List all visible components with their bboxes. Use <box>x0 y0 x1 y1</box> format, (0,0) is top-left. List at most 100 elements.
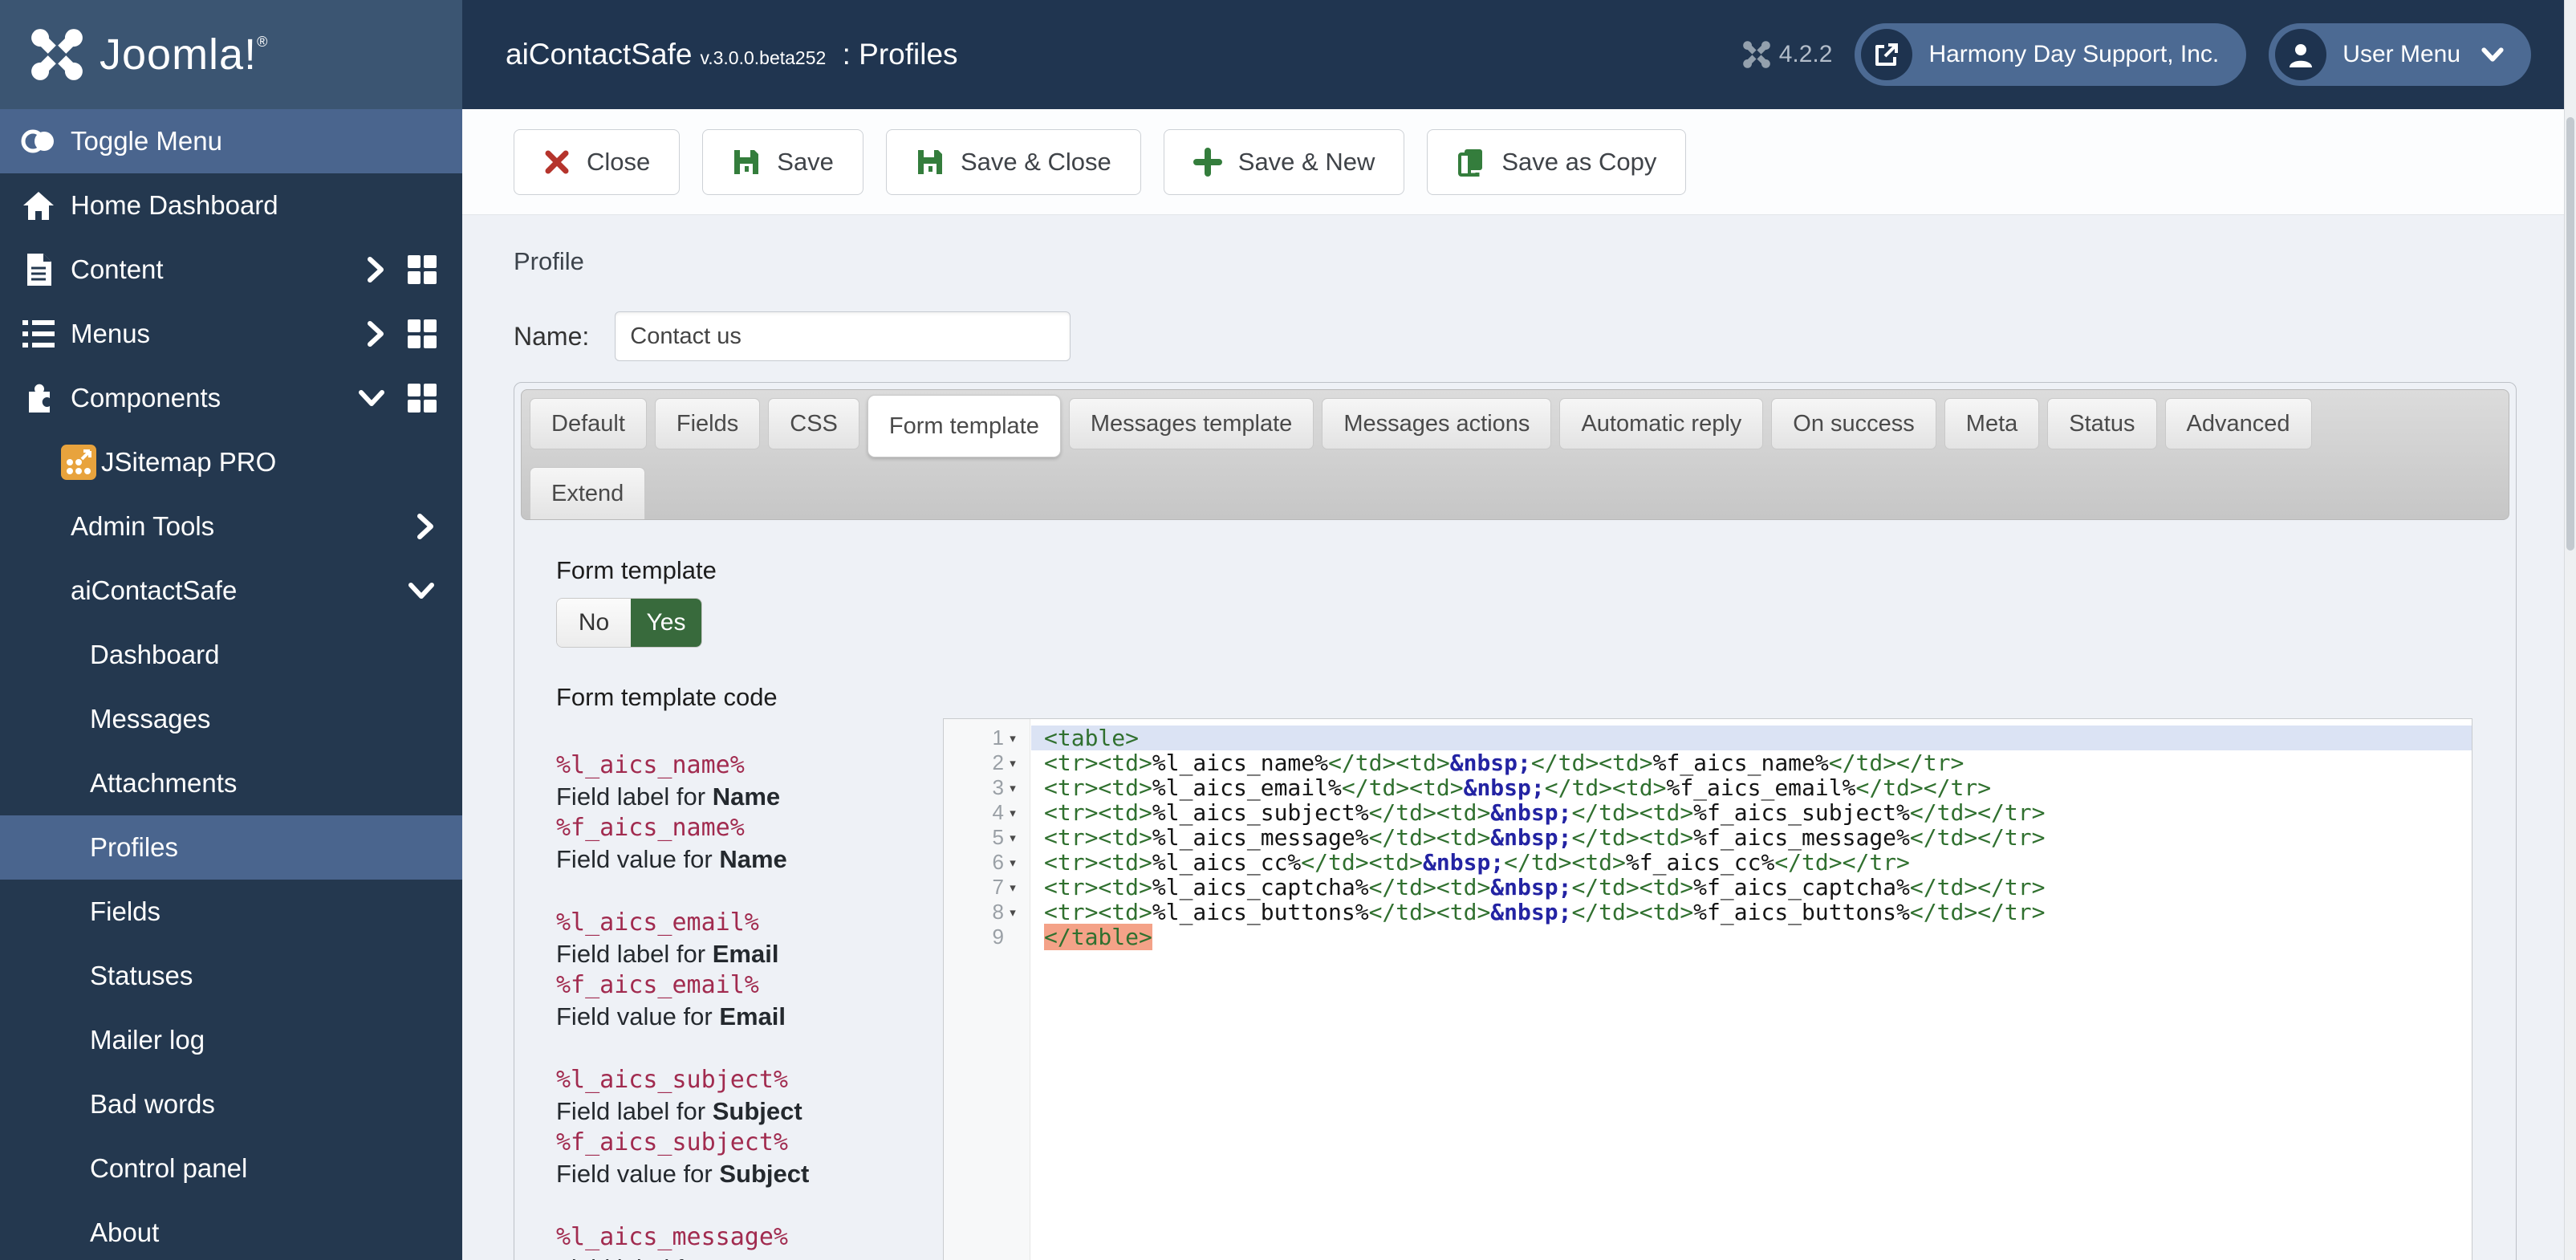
code-line-3[interactable]: <tr><td>%l_aics_email%</td><td>&nbsp;</t… <box>1031 775 2472 800</box>
chevron-right-icon[interactable] <box>366 256 385 283</box>
code-segment: %f_aics_name% <box>1652 750 1829 776</box>
code-segment: %l_aics_message% <box>1152 824 1369 851</box>
line-number[interactable]: 5 ▾ <box>944 825 1030 850</box>
toggle-yes-button[interactable]: Yes <box>631 599 701 647</box>
save-as-copy-button[interactable]: Save as Copy <box>1427 128 1687 195</box>
user-menu-button[interactable]: User Menu <box>2269 23 2531 86</box>
token-code: %l_aics_name% <box>556 751 745 779</box>
sidebar-item-label: Bad words <box>90 1089 215 1119</box>
page-scrollbar[interactable] <box>2564 0 2576 1260</box>
sidebar-toggle-menu[interactable]: Toggle Menu <box>0 109 462 173</box>
sidebar-item-menus[interactable]: Menus <box>0 302 462 366</box>
chevron-down-icon[interactable] <box>408 581 435 600</box>
code-segment: %l_aics_name% <box>1152 750 1329 776</box>
code-line-4[interactable]: <tr><td>%l_aics_subject%</td><td>&nbsp;<… <box>1031 800 2472 825</box>
tab-default[interactable]: Default <box>530 398 647 449</box>
sidebar-item-components[interactable]: Components <box>0 366 462 430</box>
sidebar-item-fields[interactable]: Fields <box>0 880 462 944</box>
code-editor[interactable]: 1 ▾ 2 ▾ 3 ▾ 4 ▾ 5 ▾ 6 ▾ 7 ▾ 8 ▾ 9 <table> <tr><td>%l_aics… <box>943 718 2472 1260</box>
token-legend-entry: %l_aics_name% Field label for Name <box>556 750 933 812</box>
sidebar-item-jsitemap-pro[interactable]: JSitemap PRO <box>0 430 462 494</box>
save-new-button[interactable]: Save & New <box>1163 128 1405 195</box>
line-number[interactable]: 3 ▾ <box>944 775 1030 800</box>
form-template-pane: Form template No Yes Form template code … <box>521 520 2509 1260</box>
tab-meta[interactable]: Meta <box>1944 398 2040 449</box>
tab-advanced[interactable]: Advanced <box>2164 398 2312 449</box>
name-label: Name: <box>514 321 590 351</box>
code-segment: %l_aics_buttons% <box>1152 899 1369 925</box>
sidebar-item-attachments[interactable]: Attachments <box>0 751 462 815</box>
tab-messages-actions[interactable]: Messages actions <box>1322 398 1552 449</box>
code-line-7[interactable]: <tr><td>%l_aics_captcha%</td><td>&nbsp;<… <box>1031 875 2472 900</box>
code-line-6[interactable]: <tr><td>%l_aics_cc%</td><td>&nbsp;</td><… <box>1031 850 2472 875</box>
code-segment: <tr><td> <box>1044 774 1152 801</box>
sidebar-item-home-dashboard[interactable]: Home Dashboard <box>0 173 462 238</box>
tab-messages-template[interactable]: Messages template <box>1068 398 1314 449</box>
grid-icon[interactable] <box>408 319 437 348</box>
token-code: %f_aics_email% <box>556 971 759 999</box>
sidebar-item-control-panel[interactable]: Control panel <box>0 1136 462 1201</box>
save-icon <box>916 148 945 177</box>
chevron-right-icon[interactable] <box>416 513 435 540</box>
chevron-down-icon[interactable] <box>358 388 385 408</box>
code-line-9[interactable]: </table> <box>1031 924 2472 950</box>
tab-on-success[interactable]: On success <box>1771 398 1936 449</box>
token-legend-entry: %l_aics_subject% Field label for Subject <box>556 1064 933 1127</box>
scrollbar-thumb[interactable] <box>2566 117 2574 551</box>
code-segment: </td><td> <box>1530 750 1653 776</box>
tab-extend[interactable]: Extend <box>530 467 646 519</box>
line-number[interactable]: 4 ▾ <box>944 800 1030 825</box>
user-avatar-icon <box>2275 29 2327 80</box>
grid-icon[interactable] <box>408 384 437 413</box>
save-button[interactable]: Save <box>702 128 863 195</box>
code-segment: </td></tr> <box>1909 799 2046 826</box>
save-icon <box>732 148 761 177</box>
tab-status[interactable]: Status <box>2047 398 2157 449</box>
tab-automatic-reply[interactable]: Automatic reply <box>1559 398 1764 449</box>
sidebar-item-admin-tools[interactable]: Admin Tools <box>0 494 462 559</box>
tab-css[interactable]: CSS <box>768 398 859 449</box>
button-label: Save & Close <box>960 147 1111 176</box>
editor-code[interactable]: <table> <tr><td>%l_aics_name%</td><td>&nb… <box>1031 719 2472 950</box>
copy-icon <box>1457 148 1485 177</box>
tab-fields[interactable]: Fields <box>654 398 761 449</box>
sidebar-item-messages[interactable]: Messages <box>0 687 462 751</box>
code-line-8[interactable]: <tr><td>%l_aics_buttons%</td><td>&nbsp;<… <box>1031 900 2472 925</box>
sidebar-item-mailer-log[interactable]: Mailer log <box>0 1008 462 1072</box>
grid-icon[interactable] <box>408 255 437 284</box>
sidebar-item-bad-words[interactable]: Bad words <box>0 1072 462 1136</box>
line-number[interactable]: 6 ▾ <box>944 850 1030 875</box>
sidebar-item-profiles[interactable]: Profiles <box>0 815 462 880</box>
sidebar-item-aicontactsafe[interactable]: aiContactSafe <box>0 559 462 623</box>
line-number[interactable]: 8 ▾ <box>944 900 1030 925</box>
line-number[interactable]: 9 <box>944 925 1030 949</box>
toolbar: Close Save Save & Close Save & New Save as C… <box>462 109 2576 215</box>
line-number[interactable]: 2 ▾ <box>944 750 1030 775</box>
sidebar-item-content[interactable]: Content <box>0 238 462 302</box>
topbar-right: 4.2.2 Harmony Day Support, Inc. User Men… <box>1742 23 2576 86</box>
close-button[interactable]: Close <box>514 128 681 195</box>
chevron-right-icon[interactable] <box>366 320 385 348</box>
save-close-button[interactable]: Save & Close <box>885 128 1141 195</box>
sidebar-item-label: About <box>90 1217 160 1247</box>
code-line-5[interactable]: <tr><td>%l_aics_message%</td><td>&nbsp;<… <box>1031 825 2472 850</box>
sidebar-item-dashboard[interactable]: Dashboard <box>0 623 462 687</box>
joomla-mark-icon <box>1742 40 1771 69</box>
code-line-1[interactable]: <table> <box>1031 726 2472 750</box>
toggle-menu-icon <box>21 124 56 159</box>
sidebar-item-statuses[interactable]: Statuses <box>0 944 462 1008</box>
sidebar-item-label: Dashboard <box>90 640 220 669</box>
code-segment: %f_aics_email% <box>1666 774 1856 801</box>
tab-form-template[interactable]: Form template <box>867 395 1061 457</box>
sidebar-item-label: Fields <box>90 896 161 926</box>
name-input[interactable] <box>615 311 1071 361</box>
sidebar-item-about[interactable]: About <box>0 1201 462 1260</box>
line-number[interactable]: 1 ▾ <box>944 726 1030 750</box>
code-segment: <tr><td> <box>1044 824 1152 851</box>
button-label: Save & New <box>1237 147 1375 176</box>
site-preview-button[interactable]: Harmony Day Support, Inc. <box>1855 23 2247 86</box>
line-number[interactable]: 7 ▾ <box>944 875 1030 900</box>
token-description: Field label for Email <box>556 940 779 968</box>
toggle-no-button[interactable]: No <box>557 599 631 647</box>
code-line-2[interactable]: <tr><td>%l_aics_name%</td><td>&nbsp;</td… <box>1031 750 2472 775</box>
